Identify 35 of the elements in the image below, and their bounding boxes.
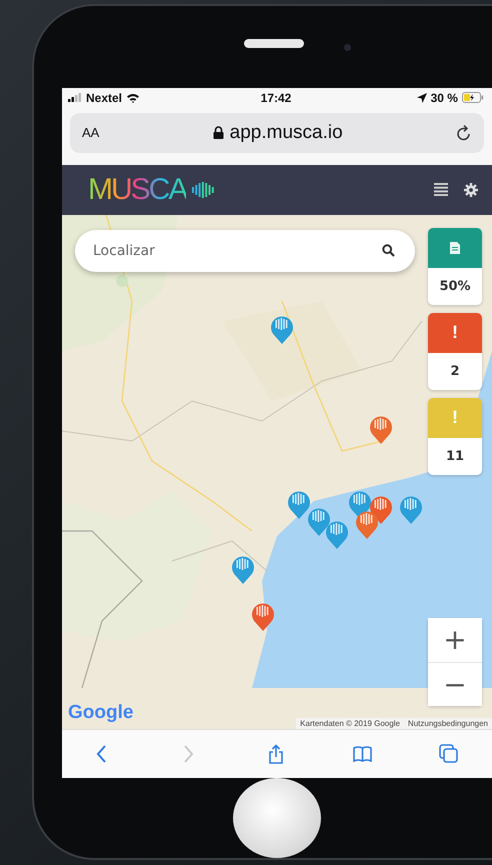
signal-icon (68, 93, 82, 102)
clock-time: 17:42 (260, 90, 292, 105)
lock-icon (212, 126, 224, 140)
alert-symbol: ! (452, 407, 458, 428)
wifi-icon (126, 92, 140, 103)
card-value: 2 (449, 362, 461, 381)
attribution-text: Kartendaten © 2019 Google (300, 719, 400, 728)
book-icon[interactable] (353, 744, 373, 764)
address-bar[interactable]: AA app.musca.io (70, 112, 484, 153)
menu-icon[interactable] (434, 183, 448, 196)
camera-icon (344, 44, 350, 50)
carrier-name: Nextel (86, 90, 122, 105)
card-value: 11 (444, 448, 466, 466)
battery-icon (462, 92, 484, 104)
text-size-button[interactable]: AA (82, 125, 100, 140)
reload-icon[interactable] (456, 124, 472, 142)
terms-link[interactable]: Nutzungsbedingungen (408, 719, 488, 728)
tabs-icon[interactable] (439, 744, 459, 764)
zoom-in-button[interactable]: + (428, 618, 482, 662)
google-logo: Google (68, 702, 134, 724)
summary-card[interactable]: ! 2 (428, 312, 482, 390)
card-value: 50% (438, 278, 472, 296)
document-icon (450, 242, 460, 254)
speaker-icon (244, 38, 304, 48)
sound-wave-icon (192, 180, 214, 199)
summary-card[interactable]: ! 11 (428, 398, 482, 475)
battery-percent: 30 % (430, 90, 458, 105)
settings-icon[interactable] (464, 182, 478, 197)
zoom-out-button[interactable]: − (428, 662, 482, 706)
search-icon[interactable] (382, 244, 395, 257)
location-arrow-icon (416, 92, 427, 103)
search-field[interactable]: Localizar (75, 230, 415, 272)
alert-symbol: ! (452, 322, 458, 344)
summary-card[interactable]: 50% (428, 228, 482, 305)
url-text: app.musca.io (230, 122, 343, 144)
